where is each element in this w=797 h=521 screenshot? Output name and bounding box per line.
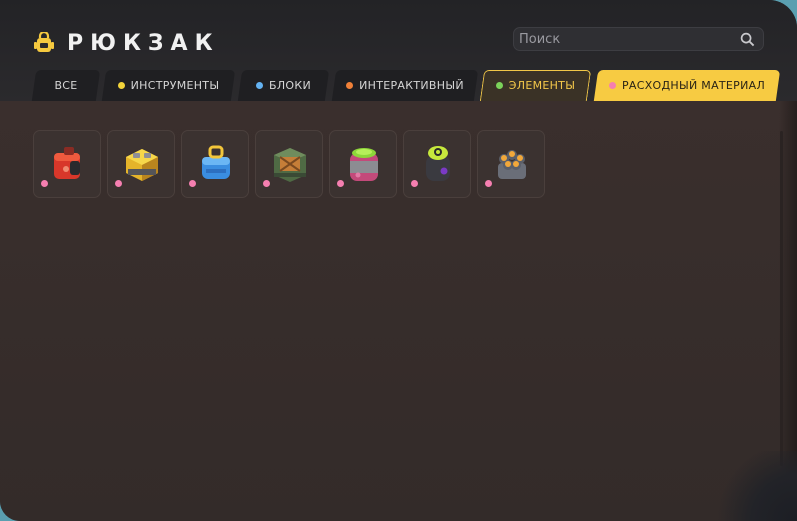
scrollbar[interactable] [780,131,783,466]
inventory-slot[interactable] [33,130,101,198]
rarity-dot [411,180,418,187]
tab-label: РАСХОДНЫЙ МАТЕРИАЛ [621,79,766,92]
blue-dot-icon [255,82,263,89]
rarity-dot [337,180,344,187]
blue-water-tank-icon [202,145,230,179]
tab-label: ЭЛЕМЕНТЫ [508,79,576,92]
green-gas-cylinder-icon [426,146,450,181]
search-icon[interactable] [740,32,755,47]
tab-label: ИНСТРУМЕНТЫ [130,79,220,92]
inventory-slot[interactable] [403,130,471,198]
backpack-window: РЮКЗАК ВСЕ ИНСТРУМЕНТЫ БЛОКИ [0,0,797,521]
inventory-panel [0,101,797,521]
rarity-dot [189,180,196,187]
pink-chemical-canister-icon [350,148,378,181]
title-area: РЮКЗАК [33,28,220,58]
pink-dot-icon [608,82,616,89]
ammo-cluster-icon [498,150,526,179]
orange-dot-icon [346,82,354,89]
inventory-slot[interactable] [329,130,397,198]
green-supply-crate-icon [274,148,306,182]
green-dot-icon [495,82,503,89]
tab-consumables[interactable]: РАСХОДНЫЙ МАТЕРИАЛ [592,70,782,101]
rarity-dot [263,180,270,187]
search-box[interactable] [513,27,764,51]
category-tabs: ВСЕ ИНСТРУМЕНТЫ БЛОКИ ИНТЕРАКТИВНЫЙ ЭЛЕМ… [0,70,797,101]
tab-tools[interactable]: ИНСТРУМЕНТЫ [100,70,237,101]
rarity-dot [485,180,492,187]
tab-label: ИНТЕРАКТИВНЫЙ [359,79,464,92]
rarity-dot [41,180,48,187]
tab-elements[interactable]: ЭЛЕМЕНТЫ [478,70,593,101]
backpack-icon [34,32,54,52]
inventory-slot[interactable] [477,130,545,198]
rarity-dot [115,180,122,187]
inventory-slot[interactable] [255,130,323,198]
inventory-slot[interactable] [107,130,175,198]
tab-label: БЛОКИ [268,79,311,92]
tab-interactive[interactable]: ИНТЕРАКТИВНЫЙ [330,70,480,101]
header: РЮКЗАК ВСЕ ИНСТРУМЕНТЫ БЛОКИ [0,0,797,101]
yellow-dot-icon [117,82,125,89]
page-title: РЮКЗАК [67,30,220,56]
tab-blocks[interactable]: БЛОКИ [236,70,331,101]
search-input[interactable] [519,30,729,48]
tab-label: ВСЕ [54,79,78,92]
yellow-battery-box-icon [126,149,158,181]
inventory-slot[interactable] [181,130,249,198]
tab-all[interactable]: ВСЕ [30,70,102,101]
red-fuel-canister-icon [54,147,80,179]
